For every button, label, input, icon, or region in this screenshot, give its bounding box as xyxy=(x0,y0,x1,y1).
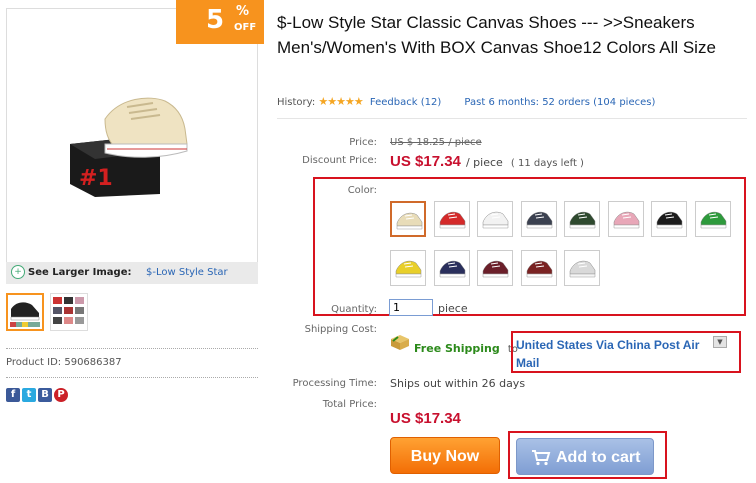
shoe-swatch-icon xyxy=(478,251,512,285)
processing-time-label: Processing Time: xyxy=(292,378,377,389)
svg-text:#1: #1 xyxy=(79,166,113,191)
quantity-input[interactable] xyxy=(389,299,433,316)
color-swatch[interactable] xyxy=(651,201,687,237)
divider xyxy=(277,118,747,119)
thumbnail-1[interactable] xyxy=(6,293,44,331)
zoom-icon[interactable]: + xyxy=(11,265,25,279)
color-swatch[interactable] xyxy=(390,201,426,237)
buy-now-button[interactable]: Buy Now xyxy=(390,437,500,474)
shoe-swatch-icon xyxy=(522,251,556,285)
color-swatch[interactable] xyxy=(695,201,731,237)
shipping-cost-label: Shipping Cost: xyxy=(304,324,377,335)
total-price-label: Total Price: xyxy=(322,399,377,410)
color-swatch[interactable] xyxy=(521,201,557,237)
color-swatch[interactable] xyxy=(434,201,470,237)
discount-percent-sign: % xyxy=(236,4,250,19)
see-larger-image-link[interactable]: $-Low Style Star xyxy=(146,267,228,278)
free-shipping-label: Free Shipping xyxy=(414,342,500,355)
color-swatch[interactable] xyxy=(390,250,426,286)
product-title: $-Low Style Star Classic Canvas Shoes --… xyxy=(277,13,716,57)
shoe-swatch-icon xyxy=(696,202,730,236)
thumbnail-shoes-icon xyxy=(8,295,42,329)
shoe-swatch-icon xyxy=(609,202,643,236)
product-id: Product ID: 590686387 xyxy=(6,357,122,368)
color-swatch[interactable] xyxy=(564,201,600,237)
thumbnail-2[interactable] xyxy=(50,293,88,331)
shoe-swatch-icon xyxy=(565,202,599,236)
thumbnail-color-grid-icon xyxy=(51,294,87,330)
see-larger-image-label: See Larger Image: xyxy=(28,267,132,278)
shoe-swatch-icon xyxy=(435,251,469,285)
discount-price: US $17.34 xyxy=(390,153,461,170)
shoe-swatch-icon xyxy=(652,202,686,236)
discount-number: 5 xyxy=(206,5,225,35)
color-swatch[interactable] xyxy=(608,201,644,237)
chevron-down-icon[interactable]: ▼ xyxy=(713,336,727,348)
color-swatch[interactable] xyxy=(477,201,513,237)
shoe-swatch-icon xyxy=(391,251,425,285)
twitter-icon[interactable]: t xyxy=(22,388,36,402)
shoe-swatch-icon xyxy=(435,202,469,236)
divider xyxy=(6,348,258,349)
shoe-swatch-icon xyxy=(522,202,556,236)
total-price-value: US $17.34 xyxy=(390,410,461,427)
price-label: Price: xyxy=(349,137,377,148)
pinterest-icon[interactable]: P xyxy=(54,388,68,402)
free-shipping-box-icon xyxy=(391,335,409,350)
add-to-cart-button[interactable]: Add to cart xyxy=(516,438,654,475)
add-to-cart-label: Add to cart xyxy=(556,449,641,466)
main-product-image[interactable]: #1 xyxy=(6,8,258,284)
time-left: ( 11 days left ) xyxy=(510,158,584,169)
history-label: History: xyxy=(277,97,316,108)
color-swatch[interactable] xyxy=(434,250,470,286)
color-label: Color: xyxy=(347,185,377,196)
shoe-swatch-icon xyxy=(478,202,512,236)
blogger-icon[interactable]: B xyxy=(38,388,52,402)
discount-price-row: US $17.34 / piece ( 11 days left ) xyxy=(390,151,584,170)
color-swatch[interactable] xyxy=(521,250,557,286)
orders-link[interactable]: Past 6 months: 52 orders (104 pieces) xyxy=(464,97,655,108)
color-swatch[interactable] xyxy=(477,250,513,286)
price-unit: / piece xyxy=(465,156,503,169)
color-swatch-grid xyxy=(390,201,740,287)
shipping-method-select[interactable]: United States Via China Post Air Mail xyxy=(516,336,712,372)
history-row: History: ★★★★★ Feedback (12) Past 6 mont… xyxy=(277,95,655,108)
see-larger-image-bar: + See Larger Image: $-Low Style Star xyxy=(6,262,258,284)
shoe-swatch-icon xyxy=(392,203,424,235)
feedback-link[interactable]: Feedback (12) xyxy=(370,97,441,108)
facebook-icon[interactable]: f xyxy=(6,388,20,402)
rating-stars-icon: ★★★★★ xyxy=(318,95,363,108)
processing-time-value: Ships out within 26 days xyxy=(390,377,526,390)
quantity-unit: piece xyxy=(438,302,468,315)
discount-badge: 5 % OFF xyxy=(176,0,264,44)
quantity-label: Quantity: xyxy=(331,304,377,315)
product-shoe-image: #1 xyxy=(70,97,188,197)
color-swatch[interactable] xyxy=(564,250,600,286)
discount-price-label: Discount Price: xyxy=(302,155,377,166)
shoe-swatch-icon xyxy=(565,251,599,285)
divider xyxy=(6,377,258,378)
cart-icon xyxy=(532,450,551,466)
shipping-row: Free Shipping to xyxy=(414,337,518,356)
original-price: US $ 18.25 / piece xyxy=(390,137,482,148)
discount-off-label: OFF xyxy=(234,22,257,33)
